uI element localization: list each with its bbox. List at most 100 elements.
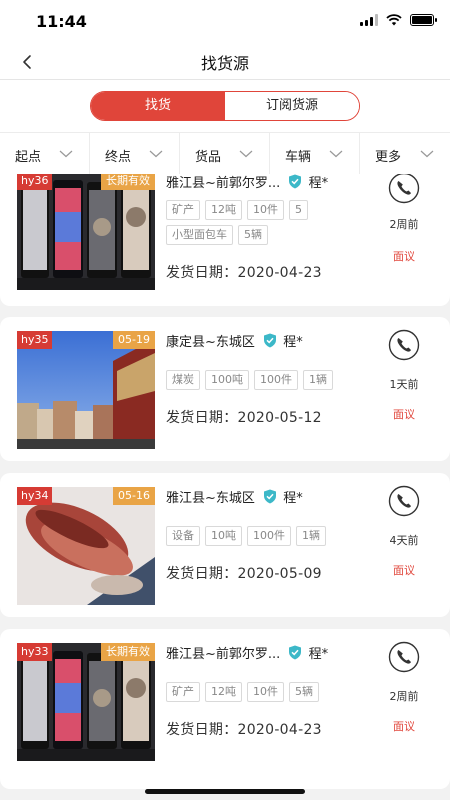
- validity-badge: 05-19: [113, 331, 155, 349]
- filter-label: 更多: [375, 150, 402, 165]
- tag-list: 矿产 12吨 10件 5辆: [166, 682, 366, 702]
- verified-shield-icon: [264, 333, 277, 348]
- tag: 1辆: [296, 526, 326, 546]
- route-text: 雅江县~东城区 程*: [166, 487, 303, 506]
- price-negotiable: 面议: [393, 720, 415, 733]
- filter-origin[interactable]: 起点: [0, 133, 90, 175]
- filter-label: 起点: [15, 150, 42, 165]
- price-negotiable: 面议: [393, 408, 415, 421]
- tag: 10件: [247, 200, 284, 220]
- posted-ago: 4天前: [389, 534, 419, 547]
- ship-date: 发货日期：2020-05-09: [166, 566, 322, 582]
- filter-label: 货品: [195, 150, 222, 165]
- validity-badge: 长期有效: [101, 643, 155, 661]
- route-label: 雅江县~东城区: [166, 491, 255, 506]
- listing-id-badge: hy35: [17, 331, 53, 349]
- route-label: 康定县~东城区: [166, 335, 255, 350]
- listing-card[interactable]: hy36 长期有效 雅江县~前郭尔罗... 程* 矿产 12吨 10件 5 小型…: [0, 174, 450, 306]
- chevron-down-icon: [59, 150, 73, 158]
- filter-vehicle[interactable]: 车辆: [270, 133, 360, 175]
- owner-name: 程*: [283, 491, 303, 506]
- listing-card[interactable]: hy34 05-16 雅江县~东城区 程* 设备 10吨 100件 1辆 发货日…: [0, 473, 450, 617]
- listing-list: hy36 长期有效 雅江县~前郭尔罗... 程* 矿产 12吨 10件 5 小型…: [0, 174, 450, 800]
- listing-thumbnail: hy33 长期有效: [17, 643, 155, 761]
- listing-id-badge: hy33: [17, 643, 53, 661]
- listing-thumbnail: hy35 05-19: [17, 331, 155, 449]
- tag: 12吨: [205, 200, 242, 220]
- posted-ago: 2周前: [389, 218, 419, 231]
- filter-label: 终点: [105, 150, 132, 165]
- route-label: 雅江县~前郭尔罗...: [166, 647, 281, 662]
- wifi-icon: [386, 14, 402, 26]
- phone-icon[interactable]: [388, 329, 420, 361]
- tag: 100件: [254, 370, 298, 390]
- tag-list: 煤炭 100吨 100件 1辆: [166, 370, 366, 390]
- route-text: 康定县~东城区 程*: [166, 331, 303, 350]
- verified-shield-icon: [264, 489, 277, 504]
- ship-date: 发货日期：2020-05-12: [166, 410, 322, 426]
- home-indicator[interactable]: [145, 789, 305, 794]
- filter-goods[interactable]: 货品: [180, 133, 270, 175]
- segment-control: 找货 订阅货源: [90, 91, 360, 121]
- validity-badge: 长期有效: [101, 174, 155, 190]
- chevron-down-icon: [149, 150, 163, 158]
- chevron-down-icon: [420, 150, 434, 158]
- ship-date: 发货日期：2020-04-23: [166, 265, 322, 281]
- filter-more[interactable]: 更多: [360, 133, 450, 175]
- tag: 煤炭: [166, 370, 200, 390]
- route-text: 雅江县~前郭尔罗... 程*: [166, 174, 328, 191]
- tag: 5: [289, 200, 308, 220]
- listing-thumbnail: hy36 长期有效: [17, 174, 155, 290]
- phone-icon[interactable]: [388, 485, 420, 517]
- phones-display-image: [17, 174, 155, 290]
- validity-badge: 05-16: [113, 487, 155, 505]
- tag: 10吨: [205, 526, 242, 546]
- tag: 12吨: [205, 682, 242, 702]
- price-negotiable: 面议: [393, 250, 415, 263]
- listing-card[interactable]: hy33 长期有效 雅江县~前郭尔罗... 程* 矿产 12吨 10件 5辆 发…: [0, 629, 450, 789]
- phone-icon[interactable]: [388, 641, 420, 673]
- tag: 5辆: [238, 225, 268, 245]
- battery-icon: [410, 14, 437, 26]
- filter-bar: 起点 终点 货品 车辆 更多: [0, 132, 450, 175]
- tag-list: 设备 10吨 100件 1辆: [166, 526, 366, 546]
- status-time: 11:44: [36, 12, 87, 31]
- status-icons: [360, 14, 437, 26]
- tag: 10件: [247, 682, 284, 702]
- tag: 设备: [166, 526, 200, 546]
- listing-thumbnail: hy34 05-16: [17, 487, 155, 605]
- page-title: 找货源: [200, 54, 249, 73]
- filter-label: 车辆: [285, 150, 312, 165]
- owner-name: 程*: [308, 647, 329, 662]
- segment-bar: 找货 订阅货源: [0, 80, 450, 132]
- listing-id-badge: hy34: [17, 487, 53, 505]
- signal-icon: [360, 14, 378, 26]
- verified-shield-icon: [289, 645, 302, 660]
- listing-card[interactable]: hy35 05-19 康定县~东城区 程* 煤炭 100吨 100件 1辆 发货…: [0, 317, 450, 461]
- tag: 矿产: [166, 200, 200, 220]
- tag: 小型面包车: [166, 225, 233, 245]
- tag: 100件: [247, 526, 291, 546]
- filter-destination[interactable]: 终点: [90, 133, 180, 175]
- tag: 矿产: [166, 682, 200, 702]
- owner-name: 程*: [283, 335, 303, 350]
- posted-ago: 2周前: [389, 690, 419, 703]
- chevron-down-icon: [329, 150, 343, 158]
- ship-date: 发货日期：2020-04-23: [166, 722, 322, 738]
- tag: 5辆: [289, 682, 319, 702]
- phone-icon[interactable]: [388, 174, 420, 204]
- tag: 1辆: [303, 370, 333, 390]
- chevron-down-icon: [239, 150, 253, 158]
- route-text: 雅江县~前郭尔罗... 程*: [166, 643, 328, 662]
- tab-find-goods[interactable]: 找货: [91, 92, 225, 120]
- verified-shield-icon: [289, 174, 302, 189]
- route-label: 雅江县~前郭尔罗...: [166, 176, 281, 191]
- listing-id-badge: hy36: [17, 174, 53, 190]
- tab-subscribe-goods[interactable]: 订阅货源: [225, 92, 359, 120]
- nav-bar: 找货源: [0, 44, 450, 80]
- status-bar: 11:44: [0, 0, 450, 44]
- posted-ago: 1天前: [389, 378, 419, 391]
- owner-name: 程*: [308, 176, 329, 191]
- price-negotiable: 面议: [393, 564, 415, 577]
- tag: 100吨: [205, 370, 249, 390]
